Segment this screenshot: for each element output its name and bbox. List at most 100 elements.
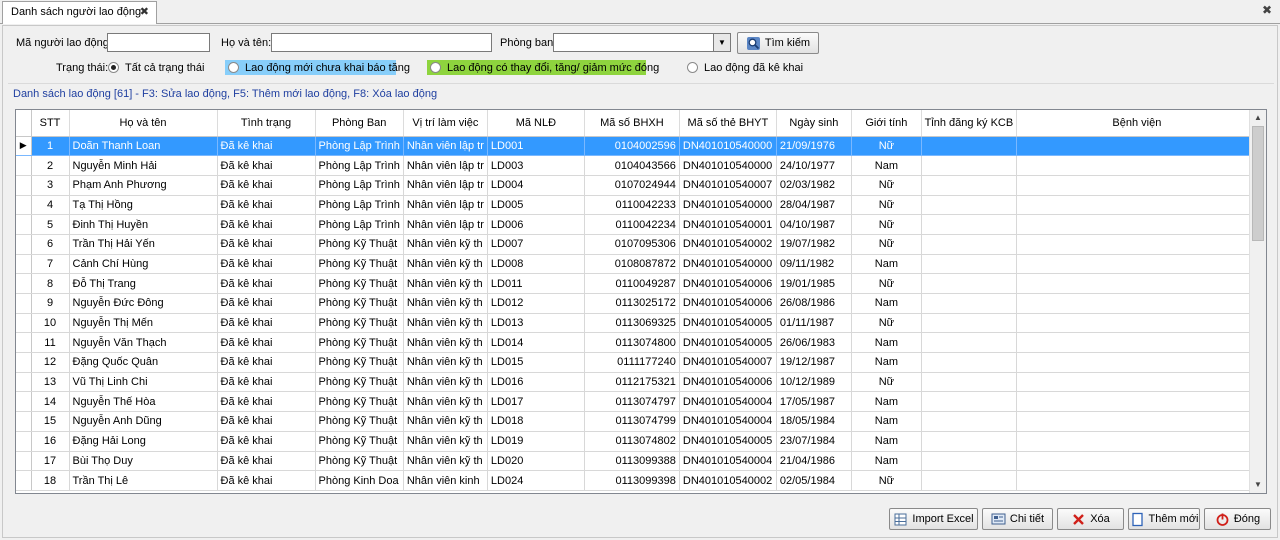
table-row[interactable]: 3 Phạm Anh Phương Đã kê khai Phòng Lập Trìn… — [16, 175, 1258, 196]
table-cell[interactable] — [1016, 352, 1258, 373]
table-cell[interactable]: Phạm Anh Phương — [69, 175, 218, 196]
row-header[interactable] — [16, 254, 32, 275]
row-header[interactable] — [16, 470, 32, 491]
table-cell[interactable]: DN401010540001 — [679, 214, 777, 235]
table-cell[interactable]: Phòng Lập Trình — [315, 155, 404, 176]
table-cell[interactable] — [1016, 372, 1258, 393]
table-row[interactable]: 13 Vũ Thị Linh Chi Đã kê khai Phòng Kỹ Thuậ… — [16, 372, 1258, 393]
table-cell[interactable]: 4 — [31, 195, 70, 216]
table-row[interactable]: 2 Nguyễn Minh Hải Đã kê khai Phòng Lập Trìn… — [16, 155, 1258, 176]
table-cell[interactable]: Nhân viên kỹ th — [403, 332, 488, 354]
table-cell[interactable]: 19/07/1982 — [776, 234, 852, 255]
table-row[interactable]: 15 Nguyễn Anh Dũng Đã kê khai Phòng Kỹ Thuậ… — [16, 411, 1258, 432]
table-cell[interactable]: 0104043566 — [584, 155, 680, 176]
table-cell[interactable] — [1016, 411, 1258, 432]
table-cell[interactable]: 5 — [31, 214, 70, 235]
table-cell[interactable]: Nguyễn Thị Mến — [69, 313, 218, 334]
table-cell[interactable]: 0113099388 — [584, 451, 680, 472]
table-cell[interactable]: Đã kê khai — [217, 411, 316, 432]
table-cell[interactable] — [921, 273, 1017, 294]
column-header[interactable]: Vị trí làm việc — [403, 110, 488, 137]
table-cell[interactable]: DN401010540006 — [679, 293, 777, 314]
table-cell[interactable]: Nam — [851, 431, 922, 452]
table-cell[interactable]: 23/07/1984 — [776, 431, 852, 452]
table-cell[interactable]: 09/11/1982 — [776, 254, 852, 275]
detail-button[interactable]: Chi tiết — [982, 508, 1053, 530]
table-cell[interactable]: Nữ — [851, 372, 922, 393]
table-cell[interactable]: Phòng Kỹ Thuật — [315, 352, 404, 373]
table-cell[interactable]: 19/12/1987 — [776, 352, 852, 373]
table-cell[interactable]: Nguyễn Văn Thạch — [69, 332, 218, 354]
table-cell[interactable] — [921, 293, 1017, 314]
table-cell[interactable]: Phòng Kỹ Thuật — [315, 273, 404, 294]
table-cell[interactable]: Nhân viên kỹ th — [403, 372, 488, 393]
table-cell[interactable]: Nguyễn Đức Đông — [69, 293, 218, 314]
table-cell[interactable]: LD012 — [487, 293, 585, 314]
row-header[interactable] — [16, 451, 32, 472]
table-cell[interactable]: Phòng Lập Trình — [315, 175, 404, 196]
table-cell[interactable]: LD015 — [487, 352, 585, 373]
table-cell[interactable]: 17/05/1987 — [776, 391, 852, 413]
table-cell[interactable]: 0113069325 — [584, 313, 680, 334]
table-cell[interactable]: DN401010540006 — [679, 372, 777, 393]
row-header[interactable] — [16, 372, 32, 393]
table-cell[interactable]: DN401010540007 — [679, 175, 777, 196]
table-cell[interactable] — [1016, 451, 1258, 472]
table-cell[interactable]: Đỗ Thị Trang — [69, 273, 218, 294]
table-cell[interactable]: LD007 — [487, 234, 585, 255]
table-cell[interactable]: 3 — [31, 175, 70, 196]
table-row[interactable]: 6 Trần Thị Hải Yến Đã kê khai Phòng Kỹ Thuậ… — [16, 234, 1258, 255]
department-select[interactable]: ▼ — [553, 33, 731, 52]
table-row[interactable]: ▶ 1 Doãn Thanh Loan Đã kê khai Phòng Lập Trì… — [16, 136, 1258, 157]
table-cell[interactable]: 0113074800 — [584, 332, 680, 354]
table-cell[interactable]: Đã kê khai — [217, 254, 316, 275]
table-cell[interactable]: DN401010540005 — [679, 332, 777, 354]
table-cell[interactable]: Đặng Quốc Quân — [69, 352, 218, 373]
table-cell[interactable]: 02/05/1984 — [776, 470, 852, 491]
table-cell[interactable]: Phòng Kỹ Thuật — [315, 332, 404, 354]
table-cell[interactable]: LD017 — [487, 391, 585, 413]
radio-dot[interactable] — [228, 62, 239, 73]
scroll-down-icon[interactable]: ▼ — [1250, 477, 1266, 493]
table-cell[interactable]: 13 — [31, 372, 70, 393]
table-cell[interactable]: Đã kê khai — [217, 431, 316, 452]
tab-employee-list[interactable]: Danh sách người lao động ✖ — [2, 1, 157, 24]
table-cell[interactable]: Đã kê khai — [217, 293, 316, 314]
table-cell[interactable]: Nữ — [851, 195, 922, 216]
table-cell[interactable]: 26/06/1983 — [776, 332, 852, 354]
table-row[interactable]: 10 Nguyễn Thị Mến Đã kê khai Phòng Kỹ Thuật… — [16, 313, 1258, 334]
table-cell[interactable]: Phòng Kinh Doa — [315, 470, 404, 491]
table-cell[interactable]: Nhân viên kỹ th — [403, 391, 488, 413]
table-cell[interactable]: Đã kê khai — [217, 234, 316, 255]
table-cell[interactable]: 8 — [31, 273, 70, 294]
table-cell[interactable]: 21/09/1976 — [776, 136, 852, 157]
table-cell[interactable] — [921, 136, 1017, 157]
table-cell[interactable] — [1016, 136, 1258, 157]
table-cell[interactable]: Cảnh Chí Hùng — [69, 254, 218, 275]
table-cell[interactable]: Nhân viên kinh — [403, 470, 488, 491]
table-cell[interactable]: Phòng Kỹ Thuật — [315, 234, 404, 255]
radio-dot[interactable] — [108, 62, 119, 73]
table-cell[interactable] — [921, 155, 1017, 176]
table-cell[interactable]: 0113025172 — [584, 293, 680, 314]
table-cell[interactable]: Nam — [851, 155, 922, 176]
table-cell[interactable] — [921, 332, 1017, 354]
table-cell[interactable]: Nhân viên lập tr — [403, 155, 488, 176]
table-cell[interactable] — [1016, 470, 1258, 491]
table-cell[interactable]: LD006 — [487, 214, 585, 235]
table-cell[interactable]: 1 — [31, 136, 70, 157]
table-cell[interactable]: 11 — [31, 332, 70, 354]
table-cell[interactable]: Đã kê khai — [217, 155, 316, 176]
status-radio-2[interactable]: Lao động mới chưa khai báo tăng — [225, 60, 410, 75]
tab-close-icon[interactable]: ✖ — [140, 5, 149, 18]
table-cell[interactable]: LD011 — [487, 273, 585, 294]
table-cell[interactable]: Nam — [851, 293, 922, 314]
table-cell[interactable]: Phòng Kỹ Thuật — [315, 431, 404, 452]
table-cell[interactable] — [921, 313, 1017, 334]
row-header[interactable] — [16, 352, 32, 373]
table-cell[interactable]: 18/05/1984 — [776, 411, 852, 432]
table-cell[interactable]: Trần Thị Lê — [69, 470, 218, 491]
table-cell[interactable]: DN401010540000 — [679, 155, 777, 176]
table-cell[interactable]: Nhân viên kỹ th — [403, 451, 488, 472]
table-cell[interactable]: 19/01/1985 — [776, 273, 852, 294]
